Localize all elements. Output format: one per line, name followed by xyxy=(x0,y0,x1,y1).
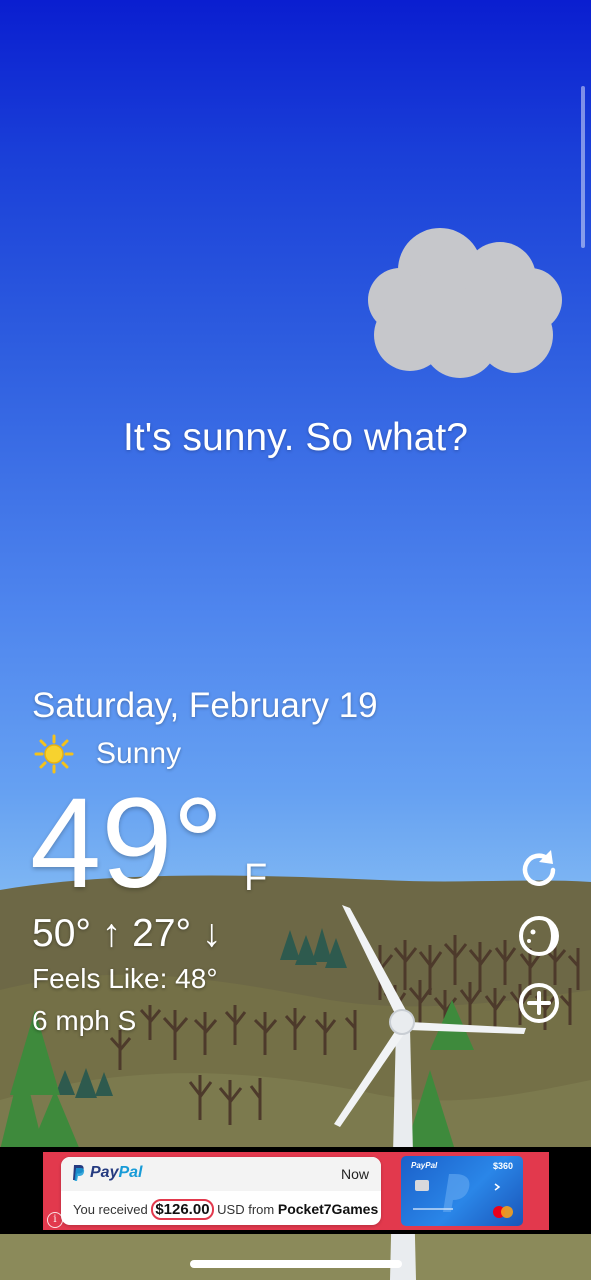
date-label: Saturday, February 19 xyxy=(32,686,378,725)
refresh-icon[interactable] xyxy=(515,846,563,894)
wind-speed: 6 mph S xyxy=(32,1005,137,1036)
paypal-brand-prefix: Pay xyxy=(90,1164,119,1181)
weather-scene xyxy=(0,228,591,1280)
condition-text: Sunny xyxy=(96,737,182,770)
moon-phase-icon[interactable] xyxy=(515,912,563,960)
paypal-card-image: PayPal $360 xyxy=(401,1156,523,1226)
current-temperature: 49° xyxy=(30,772,224,915)
cloud-graphic xyxy=(368,228,562,378)
scroll-indicator[interactable] xyxy=(581,86,585,248)
ad-notification-card: PayPal Now You received $126.00 USD from… xyxy=(61,1157,381,1225)
notification-header: PayPal Now xyxy=(61,1157,381,1191)
notification-time: Now xyxy=(340,1166,369,1182)
add-location-icon[interactable] xyxy=(515,979,563,1027)
paypal-brand-suffix: Pal xyxy=(118,1164,143,1181)
weather-tagline: It's sunny. So what? xyxy=(123,416,468,459)
notification-prefix: You received xyxy=(73,1202,148,1217)
ad-info-icon[interactable]: i xyxy=(47,1212,63,1228)
notification-middle: USD from xyxy=(217,1202,275,1217)
paypal-ad[interactable]: PayPal Now You received $126.00 USD from… xyxy=(43,1152,549,1230)
paypal-p-icon xyxy=(73,1165,85,1181)
card-graphic xyxy=(413,1174,513,1218)
home-indicator[interactable] xyxy=(190,1260,402,1268)
sun-icon xyxy=(34,734,74,774)
feels-like: Feels Like: 48° xyxy=(32,963,218,994)
condition-row: Sunny xyxy=(34,733,181,775)
paypal-logo: PayPal xyxy=(71,1164,142,1182)
ground xyxy=(0,1230,591,1280)
notification-body: You received $126.00 USD from Pocket7Gam… xyxy=(73,1199,379,1220)
high-low-temperature: 50° ↑ 27° ↓ xyxy=(32,912,222,955)
temperature-unit: F xyxy=(244,857,268,899)
sender-name: Pocket7Games xyxy=(277,1201,379,1217)
received-amount: $126.00 xyxy=(151,1199,214,1220)
ad-banner[interactable]: PayPal Now You received $126.00 USD from… xyxy=(0,1147,591,1234)
